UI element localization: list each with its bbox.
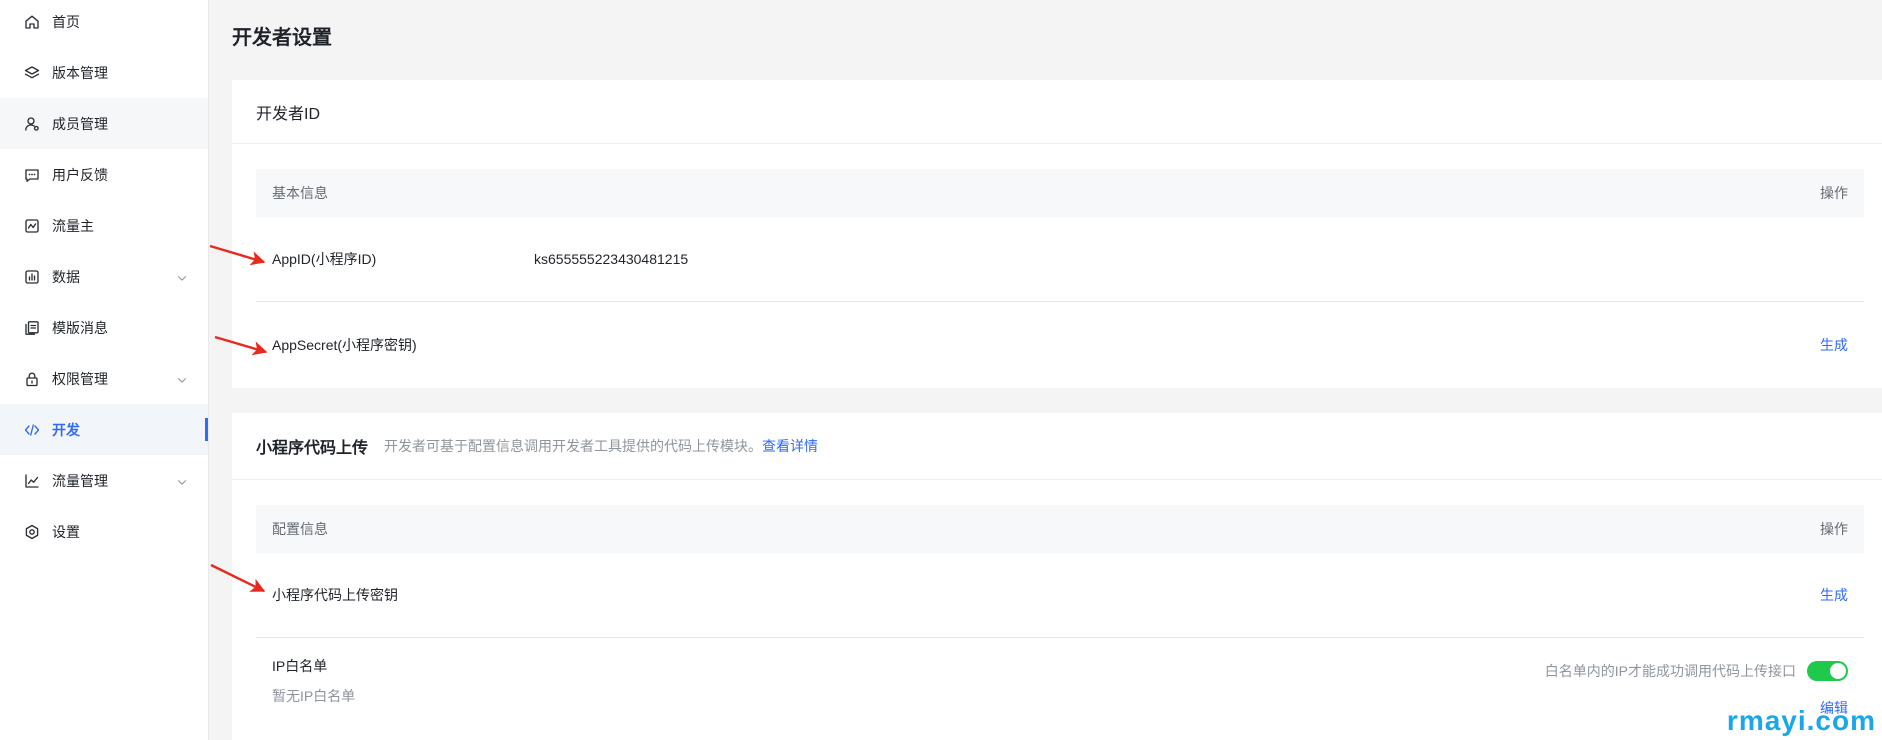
sidebar-item-members[interactable]: 成员管理 — [0, 98, 208, 149]
sidebar-item-settings[interactable]: 设置 — [0, 506, 208, 557]
sidebar-item-templates[interactable]: 模版消息 — [0, 302, 208, 353]
sidebar-item-permissions[interactable]: 权限管理 — [0, 353, 208, 404]
code-upload-card: 小程序代码上传 开发者可基于配置信息调用开发者工具提供的代码上传模块。 查看详情… — [232, 413, 1882, 740]
main-content: 开发者设置 开发者ID 基本信息 操作 AppID(小程序ID) ks65555… — [209, 0, 1882, 740]
message-icon — [24, 167, 40, 183]
app-id-value: ks655555223430481215 — [534, 251, 689, 267]
sidebar-item-traffic-management[interactable]: 流量管理 — [0, 455, 208, 506]
app-secret-label: AppSecret(小程序密钥) — [272, 337, 417, 353]
view-details-link[interactable]: 查看详情 — [762, 436, 818, 456]
column-header-action: 操作 — [1820, 521, 1848, 537]
line-chart-icon — [24, 473, 40, 489]
page-title: 开发者设置 — [232, 27, 332, 49]
sidebar-item-label: 首页 — [52, 13, 80, 30]
sidebar-item-versions[interactable]: 版本管理 — [0, 47, 208, 98]
sidebar-item-feedback[interactable]: 用户反馈 — [0, 149, 208, 200]
upload-key-row: 小程序代码上传密钥 生成 — [256, 553, 1864, 638]
app-id-label: AppID(小程序ID) — [272, 251, 377, 267]
chevron-down-icon[interactable] — [176, 474, 188, 486]
generate-app-secret-link[interactable]: 生成 — [1820, 335, 1848, 355]
app-id-row: AppID(小程序ID) ks655555223430481215 — [256, 217, 1864, 302]
app-secret-row: AppSecret(小程序密钥) 生成 — [256, 302, 1864, 388]
ip-whitelist-section: IP白名单 暂无IP白名单 白名单内的IP才能成功调用代码上传接口 编辑 — [256, 638, 1864, 740]
lock-icon — [24, 371, 40, 387]
sidebar-item-label: 权限管理 — [52, 370, 108, 387]
upload-key-label: 小程序代码上传密钥 — [272, 587, 398, 603]
ip-whitelist-label: IP白名单 — [272, 658, 328, 674]
developer-id-card: 开发者ID 基本信息 操作 AppID(小程序ID) ks65555522343… — [232, 80, 1882, 388]
sidebar-item-traffic-owner[interactable]: 流量主 — [0, 200, 208, 251]
sidebar-item-develop[interactable]: 开发 — [0, 404, 208, 455]
column-header-info: 配置信息 — [272, 521, 328, 537]
sidebar-item-label: 模版消息 — [52, 319, 108, 336]
card-description: 开发者可基于配置信息调用开发者工具提供的代码上传模块。 — [384, 438, 763, 454]
sidebar-item-label: 版本管理 — [52, 64, 108, 81]
ip-whitelist-hint: 白名单内的IP才能成功调用代码上传接口 — [1544, 663, 1796, 679]
column-header-info: 基本信息 — [272, 185, 328, 201]
sidebar-nav: 首页 版本管理 成员管理 用户反馈 流量主 数据 模版消息 权限管理 开发 流量… — [0, 0, 208, 557]
card-title: 小程序代码上传 — [256, 440, 369, 457]
user-icon — [24, 116, 40, 132]
traffic-owner-icon — [24, 218, 40, 234]
sidebar-item-label: 设置 — [52, 523, 80, 540]
layers-icon — [24, 65, 40, 81]
code-icon — [24, 422, 40, 438]
card-title: 开发者ID — [256, 105, 321, 123]
sidebar-item-home[interactable]: 首页 — [0, 0, 208, 47]
sidebar-item-label: 开发 — [52, 421, 80, 438]
template-icon — [24, 320, 40, 336]
chevron-down-icon[interactable] — [176, 372, 188, 384]
ip-whitelist-empty-text: 暂无IP白名单 — [272, 688, 356, 704]
sidebar-item-label: 流量主 — [52, 217, 94, 234]
generate-upload-key-link[interactable]: 生成 — [1820, 585, 1848, 605]
card-header: 小程序代码上传 开发者可基于配置信息调用开发者工具提供的代码上传模块。 查看详情 — [232, 413, 1882, 480]
home-icon — [24, 14, 40, 30]
ip-whitelist-toggle[interactable] — [1807, 661, 1848, 681]
edit-ip-whitelist-link[interactable]: 编辑 — [1820, 699, 1848, 717]
sidebar-item-label: 用户反馈 — [52, 166, 108, 183]
sidebar-item-label: 流量管理 — [52, 472, 108, 489]
sidebar: 首页 版本管理 成员管理 用户反馈 流量主 数据 模版消息 权限管理 开发 流量… — [0, 0, 209, 740]
gear-icon — [24, 524, 40, 540]
data-chart-icon — [24, 269, 40, 285]
chevron-down-icon[interactable] — [176, 270, 188, 282]
card-header: 开发者ID — [232, 80, 1882, 144]
table-header: 配置信息 操作 — [256, 505, 1864, 553]
table-header: 基本信息 操作 — [256, 169, 1864, 217]
sidebar-item-label: 数据 — [52, 268, 80, 285]
sidebar-item-data[interactable]: 数据 — [0, 251, 208, 302]
column-header-action: 操作 — [1820, 185, 1848, 201]
sidebar-item-label: 成员管理 — [52, 115, 108, 132]
